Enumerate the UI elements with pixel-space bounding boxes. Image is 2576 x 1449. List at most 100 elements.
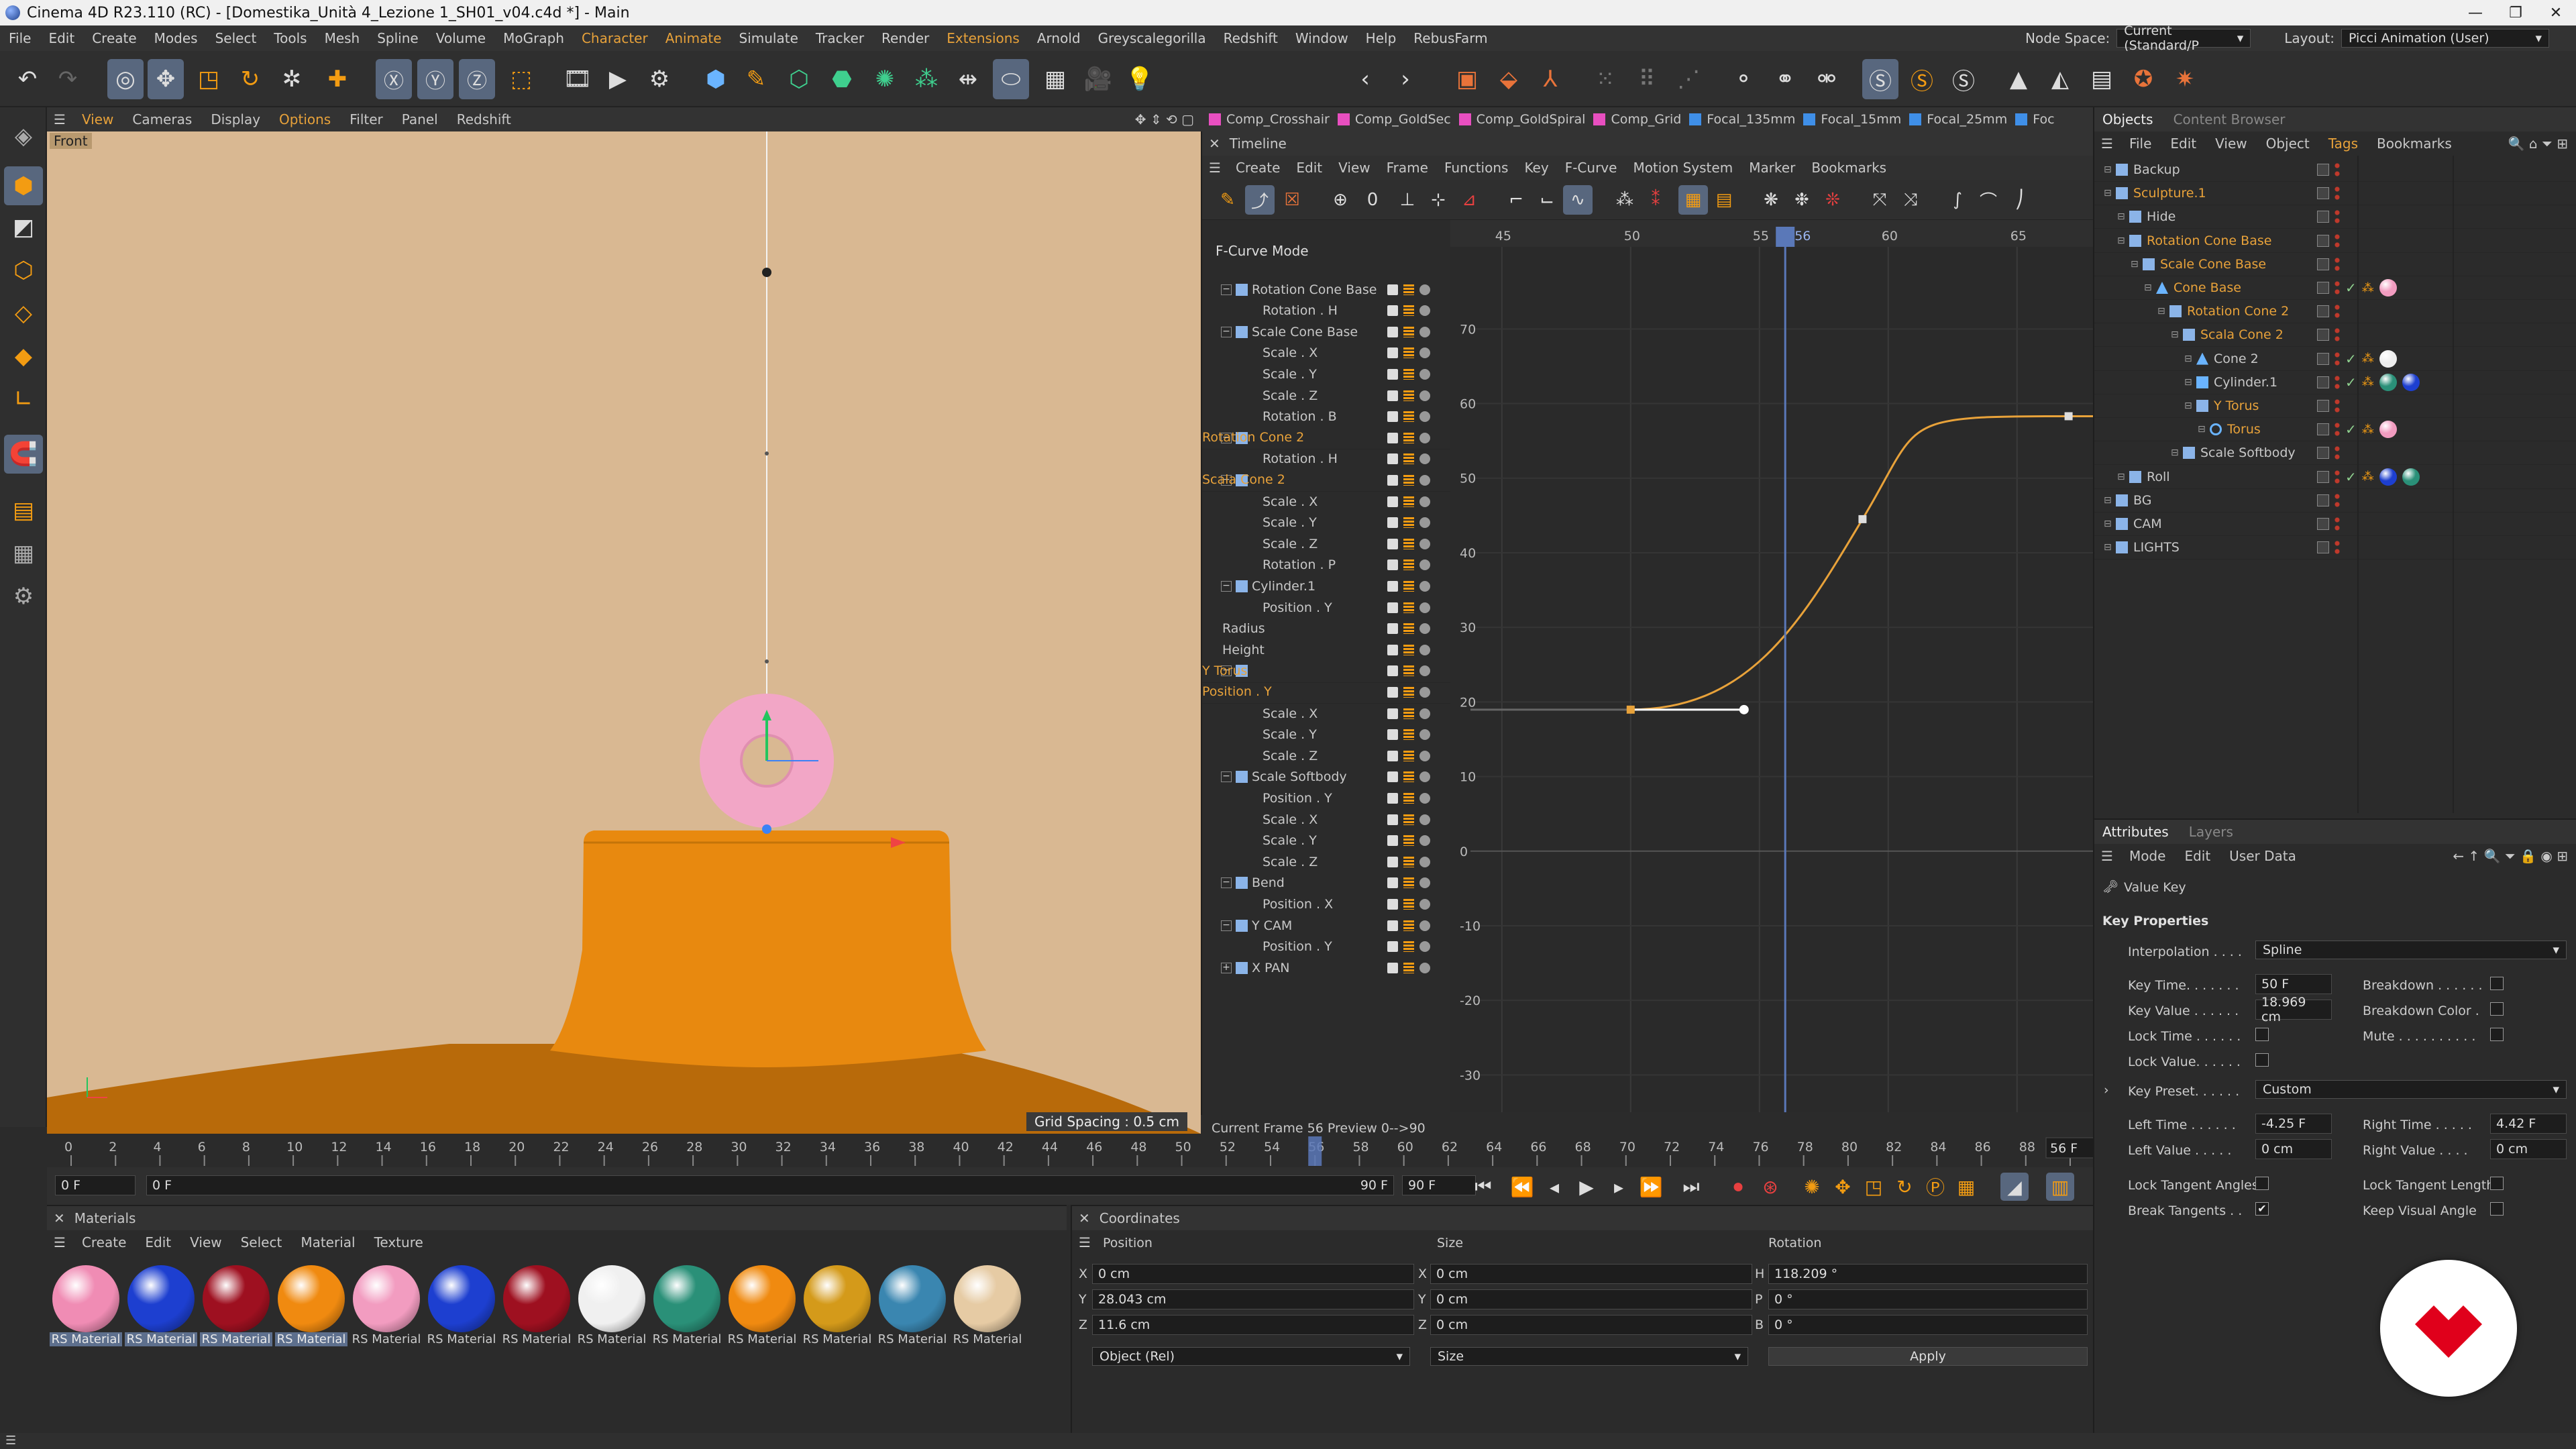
- object-row[interactable]: ⊟ CAM: [2094, 513, 2576, 536]
- timeline-menu-marker[interactable]: Marker: [1741, 160, 1803, 176]
- menu-mesh[interactable]: Mesh: [316, 30, 369, 46]
- size-field[interactable]: 0 cm: [1430, 1315, 1752, 1335]
- size-field[interactable]: 0 cm: [1430, 1289, 1752, 1309]
- material-tag[interactable]: [2379, 350, 2397, 368]
- edit-icon[interactable]: [1387, 814, 1398, 825]
- menu-animate[interactable]: Animate: [657, 30, 731, 46]
- tab-comp_grid[interactable]: Comp_Grid: [1593, 112, 1681, 127]
- texture-mode-icon[interactable]: ◩: [4, 208, 43, 247]
- track-row[interactable]: Scale . Z: [1202, 851, 1444, 872]
- mute-icon[interactable]: [1419, 962, 1430, 973]
- track-row[interactable]: Rotation . H: [1202, 301, 1444, 321]
- menu-modes[interactable]: Modes: [146, 30, 207, 46]
- layer-icon[interactable]: [1403, 623, 1414, 635]
- layer-icon[interactable]: [1403, 877, 1414, 889]
- mute-icon[interactable]: [1419, 898, 1430, 910]
- object-row[interactable]: ⊟ Backup: [2094, 158, 2576, 182]
- redshift-ipr-icon[interactable]: ⬙: [1491, 59, 1527, 99]
- visibility-dots-icon[interactable]: [2334, 232, 2340, 249]
- enabled-check-icon[interactable]: ✓: [2345, 280, 2357, 296]
- timeline-layout-icon[interactable]: ▥: [2046, 1173, 2074, 1201]
- record-keys-icon[interactable]: ⏺: [1724, 1173, 1752, 1201]
- tree-expander-icon[interactable]: ⊟: [2117, 235, 2127, 246]
- edit-icon[interactable]: [1387, 686, 1398, 698]
- edit-icon[interactable]: [1387, 877, 1398, 889]
- layer-toggle[interactable]: [2317, 187, 2329, 200]
- layer-icon[interactable]: [1403, 368, 1414, 380]
- menu-character[interactable]: Character: [573, 30, 657, 46]
- close-icon[interactable]: ✕: [2536, 0, 2576, 25]
- edit-icon[interactable]: [1387, 962, 1398, 973]
- key-pla-icon[interactable]: ▦: [1952, 1173, 1980, 1201]
- layer-icon[interactable]: [1403, 538, 1414, 549]
- rebus-icon-5[interactable]: ✷: [2167, 59, 2203, 99]
- visibility-dots-icon[interactable]: [2334, 398, 2340, 414]
- material-tag[interactable]: [2379, 373, 2397, 391]
- attributes-menu-edit[interactable]: Edit: [2175, 848, 2220, 864]
- key-position-icon[interactable]: ✥: [1829, 1173, 1857, 1201]
- close-icon[interactable]: ✕: [54, 1210, 65, 1226]
- key-rotation-icon[interactable]: ↻: [1890, 1173, 1919, 1201]
- menu-spline[interactable]: Spline: [368, 30, 427, 46]
- right-value-field[interactable]: 0 cm: [2490, 1139, 2567, 1159]
- track-row[interactable]: Scale . Y: [1202, 724, 1444, 745]
- camera-icon[interactable]: 🎥: [1080, 59, 1116, 99]
- layer-icon[interactable]: [1403, 792, 1414, 804]
- viewport-menu-redshift[interactable]: Redshift: [447, 111, 521, 127]
- mute-icon[interactable]: [1419, 708, 1430, 719]
- mute-icon[interactable]: [1419, 453, 1430, 465]
- object-row[interactable]: ⊟ Cylinder.1 ✓ ⁂: [2094, 371, 2576, 394]
- edit-icon[interactable]: [1387, 602, 1398, 613]
- mute-icon[interactable]: [1419, 729, 1430, 741]
- menu-simulate[interactable]: Simulate: [731, 30, 807, 46]
- rebus-icon-4[interactable]: ✪: [2125, 59, 2161, 99]
- mute-icon[interactable]: [1419, 835, 1430, 847]
- track-row[interactable]: − Y CAM: [1202, 915, 1444, 936]
- track-row[interactable]: Scale . Z: [1202, 533, 1444, 554]
- mute-icon[interactable]: [1419, 686, 1430, 698]
- enabled-check-icon[interactable]: ✓: [2345, 421, 2357, 437]
- materials-menu-edit[interactable]: Edit: [136, 1234, 180, 1250]
- mute-icon[interactable]: [1419, 602, 1430, 613]
- tab-comp_crosshair[interactable]: Comp_Crosshair: [1209, 112, 1330, 127]
- visibility-dots-icon[interactable]: [2334, 256, 2340, 272]
- layer-toggle[interactable]: [2317, 541, 2329, 554]
- object-row[interactable]: ⊟ LIGHTS: [2094, 536, 2576, 560]
- vibrate-tag-icon[interactable]: ⁂: [2362, 423, 2374, 437]
- fcurve-graph[interactable]: 45 50 55 60 65 70 60 50 40 30 20 10 0 -10 -20 -30 56: [1450, 220, 2094, 1112]
- workplane-icon[interactable]: ▤: [4, 491, 43, 530]
- end-frame-field[interactable]: 90 F: [1402, 1175, 1476, 1195]
- edit-icon[interactable]: [1387, 580, 1398, 592]
- track-row[interactable]: Scale . X: [1202, 343, 1444, 364]
- menu-mograph[interactable]: MoGraph: [494, 30, 573, 46]
- visibility-dots-icon[interactable]: [2334, 185, 2340, 202]
- light-icon[interactable]: 💡: [1122, 59, 1158, 99]
- minimize-icon[interactable]: —: [2455, 0, 2496, 25]
- redshift-render-icon[interactable]: ▣: [1449, 59, 1485, 99]
- timeline-menu-functions[interactable]: Functions: [1436, 160, 1517, 176]
- layer-toggle[interactable]: [2317, 470, 2329, 483]
- collapse-icon[interactable]: −: [1221, 580, 1232, 592]
- mute-icon[interactable]: [1419, 390, 1430, 401]
- coordinate-system-icon[interactable]: ✚: [319, 59, 356, 99]
- material-swatch[interactable]: RS Material: [576, 1265, 648, 1348]
- tab-focal_135mm[interactable]: Focal_135mm: [1689, 112, 1795, 127]
- layer-toggle[interactable]: [2317, 518, 2329, 530]
- rebus-icon-2[interactable]: ◭: [2042, 59, 2078, 99]
- edit-icon[interactable]: [1387, 284, 1398, 295]
- track-row[interactable]: − Y Torus: [1202, 661, 1685, 683]
- tree-expander-icon[interactable]: ⊟: [2171, 329, 2180, 340]
- lock-tangent-angles-checkbox[interactable]: [2255, 1177, 2269, 1190]
- collapse-icon[interactable]: −: [1221, 771, 1232, 783]
- material-swatch[interactable]: RS Material: [425, 1265, 498, 1348]
- material-tag[interactable]: [2379, 468, 2397, 486]
- interpolation-icon[interactable]: ◢: [2000, 1173, 2029, 1201]
- track-row[interactable]: − Scale Cone Base: [1202, 321, 1444, 342]
- menu-file[interactable]: File: [0, 30, 40, 46]
- track-row[interactable]: − Cylinder.1: [1202, 576, 1444, 596]
- mute-icon[interactable]: [1419, 665, 1430, 677]
- mute-icon[interactable]: [1419, 623, 1430, 635]
- layer-toggle[interactable]: [2317, 258, 2329, 270]
- cycle-offset-icon[interactable]: ❉: [1787, 185, 1817, 215]
- visibility-dots-icon[interactable]: [2334, 209, 2340, 225]
